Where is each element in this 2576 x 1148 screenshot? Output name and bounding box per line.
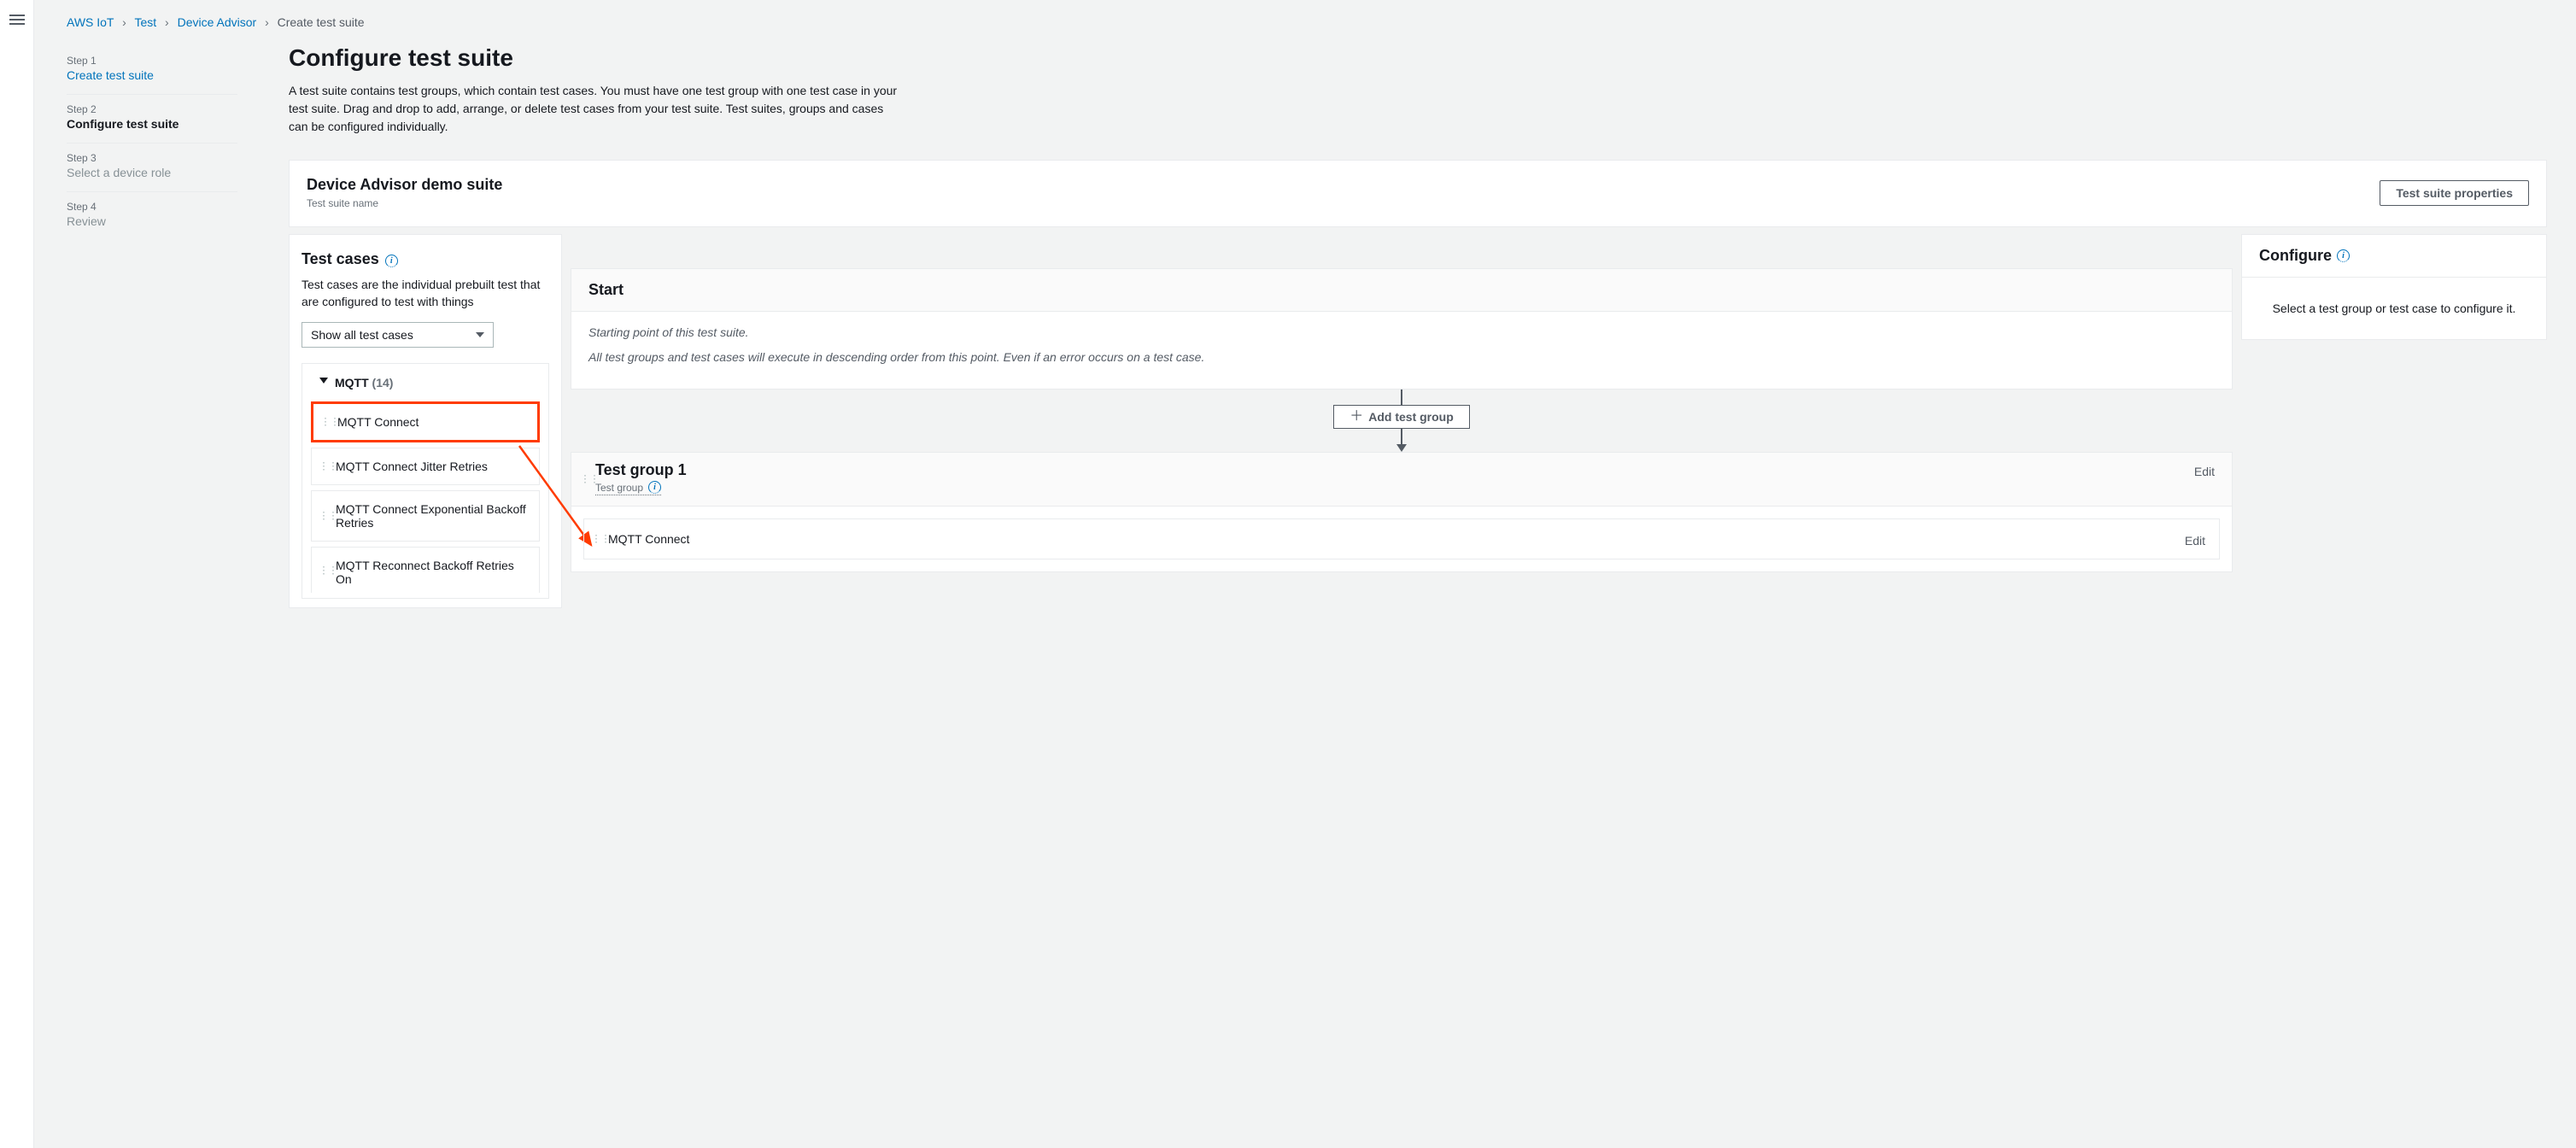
edit-test-case-button[interactable]: Edit xyxy=(2185,534,2205,548)
chevron-right-icon: › xyxy=(122,15,126,29)
configure-panel: Configure i Select a test group or test … xyxy=(2241,234,2547,340)
test-group-sub: Test group i xyxy=(595,481,661,495)
wizard-step-4: Step 4 Review xyxy=(67,192,237,240)
add-test-group-button[interactable]: ＋ Add test group xyxy=(1333,405,1470,429)
breadcrumb: AWS IoT › Test › Device Advisor › Create… xyxy=(67,15,2547,29)
suite-name-sub: Test suite name xyxy=(307,197,502,209)
suite-name: Device Advisor demo suite xyxy=(307,176,502,194)
step-label: Step 3 xyxy=(67,152,237,164)
hamburger-icon[interactable] xyxy=(9,12,25,27)
add-test-group-label: Add test group xyxy=(1368,410,1454,424)
configure-heading: Configure i xyxy=(2242,235,2546,278)
page-description: A test suite contains test groups, which… xyxy=(289,82,904,136)
test-group-header: Test group 1 Test group i Edit xyxy=(571,453,2232,507)
step-title: Configure test suite xyxy=(67,117,237,131)
start-line2: All test groups and test cases will exec… xyxy=(588,348,2215,366)
chevron-down-icon xyxy=(319,378,328,384)
test-case-group-header[interactable]: MQTT (14) xyxy=(311,372,540,396)
chevron-down-icon xyxy=(476,332,484,337)
breadcrumb-current: Create test suite xyxy=(278,15,365,29)
step-title: Create test suite xyxy=(67,68,237,82)
test-group-panel: Test group 1 Test group i Edit xyxy=(571,452,2233,572)
step-title: Select a device role xyxy=(67,166,237,179)
test-case-filter-select[interactable]: Show all test cases xyxy=(302,322,494,348)
step-label: Step 2 xyxy=(67,103,237,115)
wizard-step-3: Step 3 Select a device role xyxy=(67,144,237,192)
test-case-label: MQTT Connect Jitter Retries xyxy=(336,460,488,473)
breadcrumb-link[interactable]: Test xyxy=(134,15,156,29)
connector-line xyxy=(1401,429,1402,444)
test-cases-panel: Test cases i Test cases are the individu… xyxy=(289,234,562,608)
test-case-item[interactable]: MQTT Connect Exponential Backoff Retries xyxy=(311,490,540,542)
sidebar-toggle-col xyxy=(0,0,34,1148)
suite-header-panel: Device Advisor demo suite Test suite nam… xyxy=(289,160,2547,227)
step-label: Step 4 xyxy=(67,201,237,213)
test-case-item[interactable]: MQTT Connect Jitter Retries xyxy=(311,448,540,485)
info-icon[interactable]: i xyxy=(385,255,398,267)
canvas-column: Start Starting point of this test suite.… xyxy=(571,234,2233,572)
test-cases-heading: Test cases i xyxy=(302,250,398,268)
configure-placeholder: Select a test group or test case to conf… xyxy=(2242,278,2546,339)
start-heading: Start xyxy=(571,269,2232,312)
breadcrumb-link[interactable]: Device Advisor xyxy=(178,15,257,29)
group-count: (14) xyxy=(372,376,394,390)
info-icon[interactable]: i xyxy=(2337,249,2350,262)
drag-handle-icon[interactable] xyxy=(320,420,339,425)
wizard-nav: Step 1 Create test suite Step 2 Configur… xyxy=(67,44,237,608)
edit-test-group-button[interactable]: Edit xyxy=(2194,465,2215,478)
plus-icon: ＋ xyxy=(1349,410,1363,424)
arrow-down-icon xyxy=(1396,444,1407,452)
drag-handle-icon[interactable] xyxy=(580,477,599,482)
test-case-label: MQTT Reconnect Backoff Retries On xyxy=(336,559,514,586)
test-case-group: MQTT (14) MQTT Connect MQTT Connect Jitt… xyxy=(302,363,549,599)
chevron-right-icon: › xyxy=(265,15,269,29)
chevron-right-icon: › xyxy=(165,15,169,29)
drag-handle-icon[interactable] xyxy=(319,514,337,518)
start-panel: Start Starting point of this test suite.… xyxy=(571,268,2233,390)
wizard-step-2[interactable]: Step 2 Configure test suite xyxy=(67,95,237,144)
test-group-title: Test group 1 xyxy=(595,461,687,479)
test-case-item-mqtt-connect[interactable]: MQTT Connect xyxy=(311,401,540,442)
test-cases-desc: Test cases are the individual prebuilt t… xyxy=(302,277,549,310)
test-case-label: MQTT Connect Exponential Backoff Retries xyxy=(336,502,526,530)
start-line1: Starting point of this test suite. xyxy=(588,324,2215,342)
step-label: Step 1 xyxy=(67,55,237,67)
wizard-step-1[interactable]: Step 1 Create test suite xyxy=(67,46,237,95)
info-icon[interactable]: i xyxy=(648,481,661,494)
test-group-case[interactable]: MQTT Connect Edit xyxy=(583,518,2220,559)
group-name: MQTT xyxy=(335,376,369,390)
drag-handle-icon[interactable] xyxy=(319,465,337,469)
test-case-label: MQTT Connect xyxy=(337,415,419,429)
step-title: Review xyxy=(67,214,237,228)
select-value: Show all test cases xyxy=(311,328,413,342)
connector-line xyxy=(1401,390,1402,405)
test-suite-properties-button[interactable]: Test suite properties xyxy=(2380,180,2529,206)
drag-handle-icon[interactable] xyxy=(591,537,610,542)
drag-handle-icon[interactable] xyxy=(319,568,337,572)
breadcrumb-link[interactable]: AWS IoT xyxy=(67,15,114,29)
page-title: Configure test suite xyxy=(289,44,2547,72)
test-case-item[interactable]: MQTT Reconnect Backoff Retries On xyxy=(311,547,540,593)
test-group-case-label: MQTT Connect xyxy=(608,532,689,546)
